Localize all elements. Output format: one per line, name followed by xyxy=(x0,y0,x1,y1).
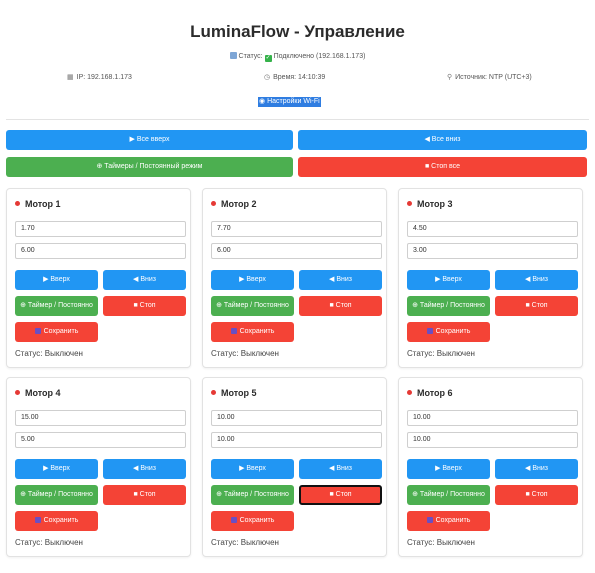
globe-icon: ◉ xyxy=(259,98,266,105)
ip-info: ▦ IP: 192.168.1.173 xyxy=(67,74,132,81)
stop-button[interactable]: ■ Стоп xyxy=(299,485,382,505)
motor-status: Статус: Выключен xyxy=(15,538,83,547)
stop-all-button[interactable]: ■ Стоп все xyxy=(298,157,587,177)
motor-field-1[interactable]: 10.00 xyxy=(211,410,382,426)
floppy-icon xyxy=(34,517,41,523)
motor-card-5: Мотор 5 10.00 10.00 ▶ Вверх ◀ Вниз ⊕ Тай… xyxy=(202,377,387,557)
clock-icon: ◷ xyxy=(264,74,271,81)
stop-button[interactable]: ■ Стоп xyxy=(495,485,578,505)
source-info: ⚲ Источник: NTP (UTC+3) xyxy=(447,74,532,81)
down-button[interactable]: ◀ Вниз xyxy=(299,459,382,479)
motor-field-1[interactable]: 15.00 xyxy=(15,410,186,426)
all-down-button[interactable]: ◀ Все вниз xyxy=(298,130,587,150)
motor-title: Мотор 2 xyxy=(211,199,257,209)
up-button[interactable]: ▶ Вверх xyxy=(211,270,294,290)
up-button[interactable]: ▶ Вверх xyxy=(15,270,98,290)
timer-button[interactable]: ⊕ Таймер / Постоянно xyxy=(15,485,98,505)
time-info: ◷ Время: 14:10:39 xyxy=(264,74,326,81)
motor-title: Мотор 1 xyxy=(15,199,61,209)
motor-status: Статус: Выключен xyxy=(211,538,279,547)
down-button[interactable]: ◀ Вниз xyxy=(495,459,578,479)
motor-field-1[interactable]: 4.50 xyxy=(407,221,578,237)
timers-mode-button[interactable]: ⊕ Таймеры / Постоянный режим xyxy=(6,157,293,177)
stop-button[interactable]: ■ Стоп xyxy=(495,296,578,316)
divider xyxy=(6,119,589,120)
motor-card-4: Мотор 4 15.00 5.00 ▶ Вверх ◀ Вниз ⊕ Тайм… xyxy=(6,377,191,557)
save-button[interactable]: Сохранить xyxy=(211,322,294,342)
floppy-icon xyxy=(426,328,433,334)
motor-title: Мотор 5 xyxy=(211,388,257,398)
motor-field-2[interactable]: 5.00 xyxy=(15,432,186,448)
up-button[interactable]: ▶ Вверх xyxy=(407,459,490,479)
save-button[interactable]: Сохранить xyxy=(407,322,490,342)
stop-button[interactable]: ■ Стоп xyxy=(299,296,382,316)
motor-status: Статус: Выключен xyxy=(407,538,475,547)
up-button[interactable]: ▶ Вверх xyxy=(211,459,294,479)
timer-button[interactable]: ⊕ Таймер / Постоянно xyxy=(211,485,294,505)
status-dot-icon xyxy=(407,201,412,206)
motor-field-1[interactable]: 1.70 xyxy=(15,221,186,237)
floppy-icon xyxy=(34,328,41,334)
motor-title: Мотор 4 xyxy=(15,388,61,398)
status-dot-icon xyxy=(211,201,216,206)
motor-card-2: Мотор 2 7.70 6.00 ▶ Вверх ◀ Вниз ⊕ Тайме… xyxy=(202,188,387,368)
stop-button[interactable]: ■ Стоп xyxy=(103,485,186,505)
status-dot-icon xyxy=(15,201,20,206)
motor-field-2[interactable]: 10.00 xyxy=(211,432,382,448)
chart-icon xyxy=(229,52,237,59)
up-button[interactable]: ▶ Вверх xyxy=(407,270,490,290)
motor-status: Статус: Выключен xyxy=(407,349,475,358)
motor-card-3: Мотор 3 4.50 3.00 ▶ Вверх ◀ Вниз ⊕ Тайме… xyxy=(398,188,583,368)
motor-status: Статус: Выключен xyxy=(211,349,279,358)
floppy-icon xyxy=(230,328,237,334)
save-button[interactable]: Сохранить xyxy=(15,511,98,531)
status-dot-icon xyxy=(407,390,412,395)
network-icon: ▦ xyxy=(67,74,74,81)
page-title: LuminaFlow - Управление xyxy=(190,22,405,41)
motor-field-1[interactable]: 7.70 xyxy=(211,221,382,237)
motor-field-2[interactable]: 10.00 xyxy=(407,432,578,448)
floppy-icon xyxy=(426,517,433,523)
timer-button[interactable]: ⊕ Таймер / Постоянно xyxy=(407,485,490,505)
motor-card-6: Мотор 6 10.00 10.00 ▶ Вверх ◀ Вниз ⊕ Тай… xyxy=(398,377,583,557)
motor-title: Мотор 3 xyxy=(407,199,453,209)
motor-field-2[interactable]: 6.00 xyxy=(211,243,382,259)
motor-field-1[interactable]: 10.00 xyxy=(407,410,578,426)
motor-card-1: Мотор 1 1.70 6.00 ▶ Вверх ◀ Вниз ⊕ Тайме… xyxy=(6,188,191,368)
save-button[interactable]: Сохранить xyxy=(211,511,294,531)
timer-button[interactable]: ⊕ Таймер / Постоянно xyxy=(407,296,490,316)
status-dot-icon xyxy=(211,390,216,395)
up-button[interactable]: ▶ Вверх xyxy=(15,459,98,479)
motor-field-2[interactable]: 3.00 xyxy=(407,243,578,259)
down-button[interactable]: ◀ Вниз xyxy=(495,270,578,290)
floppy-icon xyxy=(230,517,237,523)
stop-button[interactable]: ■ Стоп xyxy=(103,296,186,316)
down-button[interactable]: ◀ Вниз xyxy=(299,270,382,290)
motor-status: Статус: Выключен xyxy=(15,349,83,358)
all-up-button[interactable]: ▶ Все вверх xyxy=(6,130,293,150)
satellite-icon: ⚲ xyxy=(447,74,453,81)
status-label: Статус: xyxy=(238,53,263,60)
connection-status: Статус: ✓ Подключено (192.168.1.173) xyxy=(0,52,595,62)
status-value: Подключено (192.168.1.173) xyxy=(273,53,366,60)
wifi-settings-link[interactable]: ◉ Настройки Wi-Fi xyxy=(258,97,321,107)
timer-button[interactable]: ⊕ Таймер / Постоянно xyxy=(15,296,98,316)
motor-field-2[interactable]: 6.00 xyxy=(15,243,186,259)
status-dot-icon xyxy=(15,390,20,395)
down-button[interactable]: ◀ Вниз xyxy=(103,459,186,479)
timer-button[interactable]: ⊕ Таймер / Постоянно xyxy=(211,296,294,316)
motor-title: Мотор 6 xyxy=(407,388,453,398)
save-button[interactable]: Сохранить xyxy=(407,511,490,531)
save-button[interactable]: Сохранить xyxy=(15,322,98,342)
check-icon: ✓ xyxy=(264,55,272,62)
down-button[interactable]: ◀ Вниз xyxy=(103,270,186,290)
